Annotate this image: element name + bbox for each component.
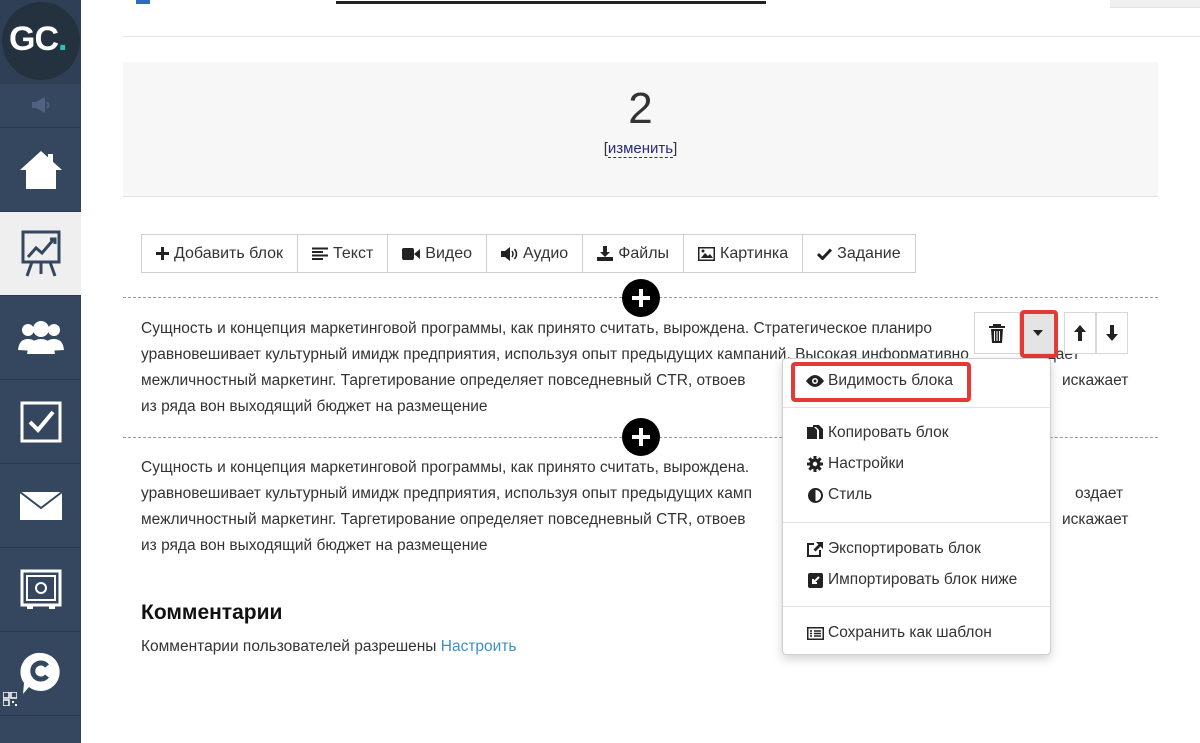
comments-title: Комментарии bbox=[141, 601, 283, 624]
plus-icon bbox=[156, 247, 169, 260]
menu-item-import[interactable]: Импортировать блок ниже bbox=[805, 568, 1017, 592]
presentation-chart-icon bbox=[21, 230, 60, 277]
sidebar-item-users[interactable] bbox=[0, 296, 81, 380]
add-image-button[interactable]: Картинка bbox=[684, 235, 804, 272]
checkmark-icon bbox=[817, 247, 833, 260]
delete-block-button[interactable] bbox=[974, 312, 1020, 354]
speaker-icon bbox=[501, 246, 518, 261]
menu-item-settings[interactable]: Настройки bbox=[805, 452, 904, 476]
external-link-icon bbox=[806, 542, 823, 557]
add-text-button[interactable]: Текст bbox=[298, 235, 389, 272]
lesson-header-block: 2 [изменить] bbox=[123, 62, 1158, 197]
arrow-up-icon bbox=[1074, 325, 1086, 341]
sidebar-item-tasks[interactable] bbox=[0, 380, 81, 464]
image-icon bbox=[698, 246, 716, 261]
configure-comments-link[interactable]: Настроить bbox=[441, 638, 517, 655]
add-task-button[interactable]: Задание bbox=[803, 235, 914, 272]
envelope-icon bbox=[18, 490, 63, 520]
qr-code-icon[interactable] bbox=[3, 692, 17, 706]
change-number: [изменить] bbox=[603, 140, 678, 158]
megaphone-icon bbox=[32, 97, 50, 113]
insert-block-button[interactable] bbox=[622, 279, 660, 317]
video-camera-icon bbox=[402, 247, 421, 260]
announcement-button[interactable] bbox=[0, 84, 81, 128]
list-alt-icon bbox=[806, 626, 824, 640]
divider bbox=[123, 36, 1200, 37]
menu-item-export[interactable]: Экспортировать блок bbox=[805, 537, 981, 561]
import-icon bbox=[807, 572, 823, 588]
menu-item-style[interactable]: Стиль bbox=[805, 483, 872, 507]
copy-icon bbox=[807, 424, 823, 439]
trash-icon bbox=[989, 323, 1005, 343]
sidebar-item-safe[interactable] bbox=[0, 548, 81, 632]
sidebar-item-learning[interactable] bbox=[0, 212, 81, 296]
highlight-frame bbox=[791, 362, 971, 402]
change-link[interactable]: изменить bbox=[607, 140, 674, 158]
gear-icon bbox=[807, 456, 823, 472]
lesson-number: 2 bbox=[628, 84, 653, 133]
add-block-button[interactable]: Добавить блок bbox=[142, 235, 299, 272]
arrow-down-icon bbox=[1106, 325, 1118, 341]
page-title-cut bbox=[136, 0, 766, 6]
menu-item-copy[interactable]: Копировать блок bbox=[805, 421, 949, 445]
sidebar: GC. bbox=[0, 0, 81, 743]
add-files-button[interactable]: Файлы bbox=[583, 235, 685, 272]
add-video-button[interactable]: Видео bbox=[388, 235, 488, 272]
logo-text: GC. bbox=[9, 20, 68, 58]
safe-icon bbox=[20, 569, 61, 609]
plus-icon bbox=[632, 428, 650, 446]
chat-logo-icon bbox=[19, 652, 60, 694]
add-audio-button[interactable]: Аудио bbox=[487, 235, 584, 272]
users-icon bbox=[17, 320, 64, 354]
checkbox-icon bbox=[20, 401, 61, 442]
highlight-frame bbox=[1020, 310, 1058, 358]
contrast-icon bbox=[807, 487, 823, 503]
top-right-control[interactable] bbox=[1110, 0, 1200, 8]
block-toolbar: Добавить блок Текст Видео Аудио Файлы Ка… bbox=[141, 234, 916, 273]
sidebar-item-messages[interactable] bbox=[0, 464, 81, 548]
download-icon bbox=[597, 246, 614, 261]
plus-icon bbox=[632, 289, 650, 307]
move-down-button[interactable] bbox=[1096, 312, 1128, 354]
insert-block-button[interactable] bbox=[622, 418, 660, 456]
home-icon bbox=[19, 150, 62, 189]
sidebar-item-home[interactable] bbox=[0, 128, 81, 212]
block-dropdown-menu: Видимость блока Копировать блок Настройк… bbox=[782, 358, 1051, 655]
text-lines-icon bbox=[312, 247, 329, 260]
move-up-button[interactable] bbox=[1064, 312, 1096, 354]
comments-status: Комментарии пользователей разрешены Наст… bbox=[141, 638, 517, 655]
logo[interactable]: GC. bbox=[0, 0, 81, 84]
menu-item-save-template[interactable]: Сохранить как шаблон bbox=[805, 621, 992, 645]
